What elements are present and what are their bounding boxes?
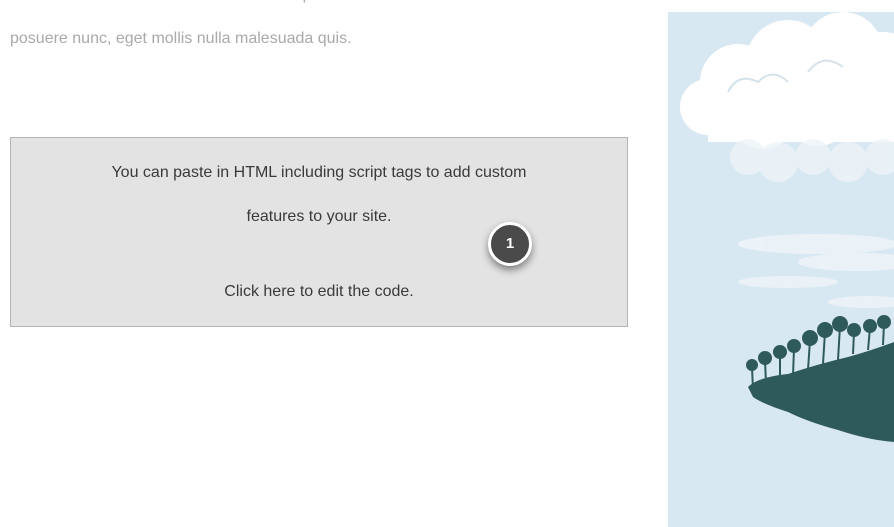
decorative-island-image: [668, 12, 894, 527]
island-illustration: [668, 12, 894, 527]
widget-text-line-2: features to your site.: [246, 208, 392, 225]
widget-edit-link[interactable]: Click here to edit the code.: [11, 283, 627, 301]
page: convallis. In est et nulla. Etiam ut nul…: [0, 0, 894, 527]
callout-number-badge: 1: [488, 222, 532, 266]
paragraph-line: posuere nunc, eget mollis nulla malesuad…: [10, 30, 352, 47]
widget-text-line-1: You can paste in HTML including script t…: [111, 164, 527, 181]
custom-html-block[interactable]: You can paste in HTML including script t…: [10, 137, 628, 327]
paragraph-cut-line: convallis. In est et nulla. Etiam ut nul…: [10, 0, 459, 12]
